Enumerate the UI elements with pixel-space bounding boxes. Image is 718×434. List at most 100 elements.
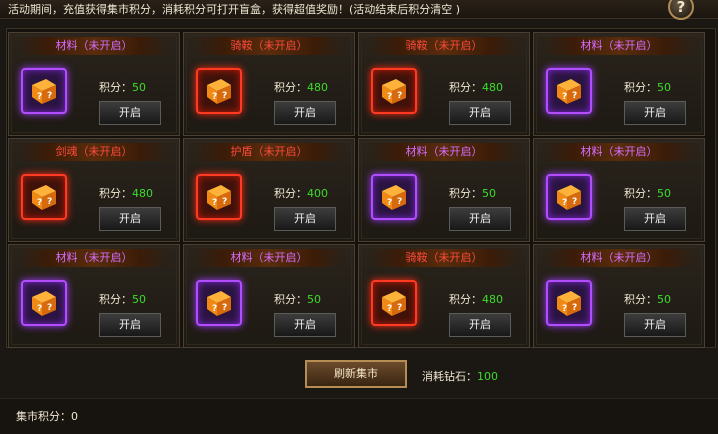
score-label: 积分：50 xyxy=(624,291,671,307)
cost-label: 消耗钻石： xyxy=(422,370,477,383)
svg-text:?: ? xyxy=(397,303,402,313)
score-value: 400 xyxy=(307,187,328,200)
svg-text:?: ? xyxy=(212,198,217,208)
score-prefix: 积分： xyxy=(624,81,657,94)
score-value: 480 xyxy=(482,81,503,94)
score-value: 50 xyxy=(657,187,671,200)
svg-text:?: ? xyxy=(212,92,217,102)
svg-text:?: ? xyxy=(572,91,577,101)
blind-box-card: 材料（未开启）?? 积分：50 开启 xyxy=(533,138,705,242)
score-prefix: 积分： xyxy=(624,187,657,200)
cost-value: 100 xyxy=(477,370,498,383)
blind-box-card: 护盾（未开启）?? 积分：400 开启 xyxy=(183,138,355,242)
open-button[interactable]: 开启 xyxy=(449,101,511,125)
score-label: 积分：50 xyxy=(624,185,671,201)
score-prefix: 积分： xyxy=(624,293,657,306)
blind-box-card: 材料（未开启）?? 积分：50 开启 xyxy=(8,32,180,136)
refresh-market-button[interactable]: 刷新集市 xyxy=(305,360,407,388)
score-value: 50 xyxy=(132,81,146,94)
score-value: 50 xyxy=(482,187,496,200)
svg-text:?: ? xyxy=(47,303,52,313)
open-button[interactable]: 开启 xyxy=(274,313,336,337)
mystery-box-icon: ?? xyxy=(546,280,592,326)
svg-text:?: ? xyxy=(387,92,392,102)
mystery-box-icon: ?? xyxy=(196,68,242,114)
score-label: 积分：50 xyxy=(449,185,496,201)
mystery-box-icon: ?? xyxy=(371,174,417,220)
open-button[interactable]: 开启 xyxy=(624,313,686,337)
score-value: 50 xyxy=(657,293,671,306)
card-title: 材料（未开启） xyxy=(192,249,346,267)
svg-text:?: ? xyxy=(387,198,392,208)
score-prefix: 积分： xyxy=(274,293,307,306)
score-label: 积分：480 xyxy=(99,185,153,201)
svg-text:?: ? xyxy=(562,92,567,102)
blind-box-card: 剑魂（未开启）?? 积分：480 开启 xyxy=(8,138,180,242)
score-prefix: 积分： xyxy=(99,81,132,94)
score-label: 积分：480 xyxy=(274,79,328,95)
blind-box-card: 材料（未开启）?? 积分：50 开启 xyxy=(533,244,705,348)
open-button[interactable]: 开启 xyxy=(274,101,336,125)
blind-box-card: 骑鞍（未开启）?? 积分：480 开启 xyxy=(358,244,530,348)
blind-box-card: 材料（未开启）?? 积分：50 开启 xyxy=(533,32,705,136)
notice-bar: 活动期间，充值获得集市积分，消耗积分可打开盲盒，获得超值奖励！(活动结束后积分清… xyxy=(0,0,718,19)
open-button[interactable]: 开启 xyxy=(624,207,686,231)
svg-text:?: ? xyxy=(397,197,402,207)
card-title: 材料（未开启） xyxy=(542,37,696,55)
svg-text:?: ? xyxy=(572,197,577,207)
mystery-box-icon: ?? xyxy=(371,68,417,114)
score-label: 积分：50 xyxy=(624,79,671,95)
score-label: 积分：480 xyxy=(449,79,503,95)
cost-info: 消耗钻石：100 xyxy=(422,368,498,384)
svg-text:?: ? xyxy=(562,198,567,208)
score-prefix: 积分： xyxy=(99,187,132,200)
open-button[interactable]: 开启 xyxy=(449,207,511,231)
card-title: 骑鞍（未开启） xyxy=(367,249,521,267)
open-button[interactable]: 开启 xyxy=(99,101,161,125)
open-button[interactable]: 开启 xyxy=(449,313,511,337)
notice-text: 活动期间，充值获得集市积分，消耗积分可打开盲盒，获得超值奖励！(活动结束后积分清… xyxy=(8,3,461,16)
score-label: 积分：400 xyxy=(274,185,328,201)
card-title: 材料（未开启） xyxy=(542,143,696,161)
svg-text:?: ? xyxy=(37,198,42,208)
score-value: 480 xyxy=(132,187,153,200)
svg-text:?: ? xyxy=(37,92,42,102)
open-button[interactable]: 开启 xyxy=(99,207,161,231)
card-title: 材料（未开启） xyxy=(17,37,171,55)
svg-text:?: ? xyxy=(222,91,227,101)
score-value: 50 xyxy=(307,293,321,306)
score-label: 积分：50 xyxy=(99,291,146,307)
score-value: 480 xyxy=(482,293,503,306)
score-prefix: 积分： xyxy=(449,187,482,200)
mystery-box-icon: ?? xyxy=(371,280,417,326)
blind-box-card: 材料（未开启）?? 积分：50 开启 xyxy=(183,244,355,348)
svg-text:?: ? xyxy=(37,304,42,314)
score-value: 50 xyxy=(657,81,671,94)
bottom-bar xyxy=(0,398,718,434)
blind-box-card: 骑鞍（未开启）?? 积分：480 开启 xyxy=(183,32,355,136)
svg-text:?: ? xyxy=(47,197,52,207)
card-title: 剑魂（未开启） xyxy=(17,143,171,161)
svg-text:?: ? xyxy=(212,304,217,314)
score-prefix: 积分： xyxy=(274,81,307,94)
score-prefix: 积分： xyxy=(274,187,307,200)
score-label: 积分：50 xyxy=(99,79,146,95)
svg-text:?: ? xyxy=(562,304,567,314)
card-title: 材料（未开启） xyxy=(542,249,696,267)
svg-text:?: ? xyxy=(387,304,392,314)
mystery-box-icon: ?? xyxy=(546,174,592,220)
open-button[interactable]: 开启 xyxy=(99,313,161,337)
mystery-box-icon: ?? xyxy=(21,174,67,220)
card-title: 骑鞍（未开启） xyxy=(367,37,521,55)
score-value: 480 xyxy=(307,81,328,94)
open-button[interactable]: 开启 xyxy=(274,207,336,231)
score-prefix: 积分： xyxy=(449,81,482,94)
svg-text:?: ? xyxy=(47,91,52,101)
blind-box-card: 材料（未开启）?? 积分：50 开启 xyxy=(358,138,530,242)
mystery-box-icon: ?? xyxy=(196,174,242,220)
svg-text:?: ? xyxy=(222,303,227,313)
open-button[interactable]: 开启 xyxy=(624,101,686,125)
card-title: 护盾（未开启） xyxy=(192,143,346,161)
market-points: 集市积分：0 xyxy=(16,410,78,423)
blind-box-card: 骑鞍（未开启）?? 积分：480 开启 xyxy=(358,32,530,136)
